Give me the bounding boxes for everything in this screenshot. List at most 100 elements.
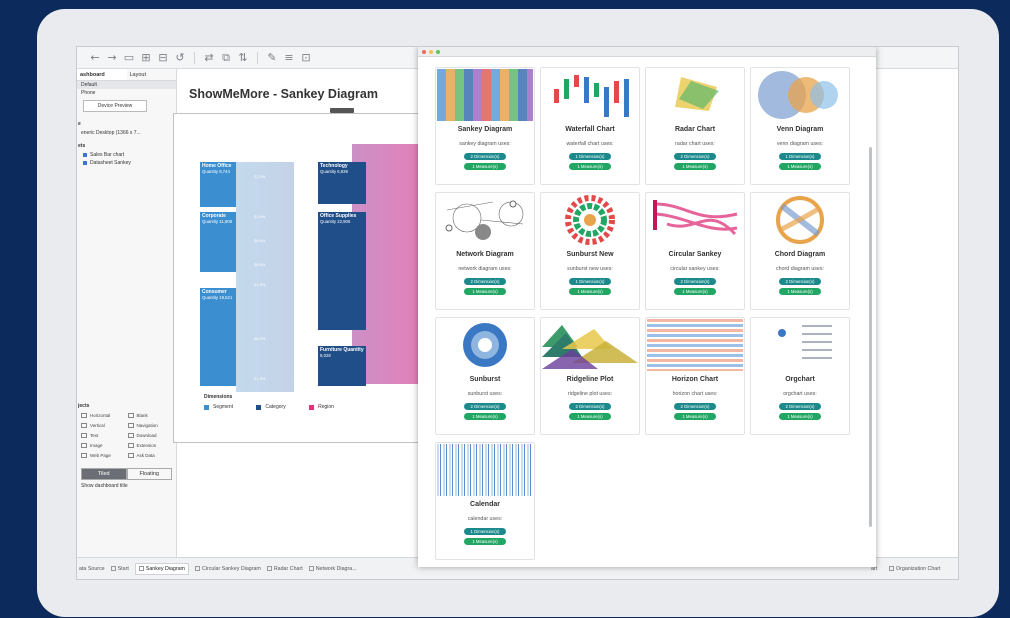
legend-swatch	[256, 404, 262, 410]
flow-pct: 38.5%	[254, 262, 266, 267]
orgchart-thumbnail	[752, 319, 848, 371]
label-icon[interactable]: ≡	[283, 51, 295, 64]
sankey-dashboard[interactable]: Home Office Quantity 8,744 Corporate Quant…	[173, 113, 433, 443]
swap-icon[interactable]: ⇄	[203, 51, 215, 64]
forward-arrow-icon[interactable]: →	[106, 51, 118, 64]
calendar-thumbnail	[437, 444, 533, 496]
back-arrow-icon[interactable]: ←	[89, 51, 101, 64]
chart-card-calendar[interactable]: Calendar calendar uses: 1 Dimension(s) 1…	[435, 442, 535, 560]
device-preview-button[interactable]: Device Preview	[83, 100, 147, 112]
object-label: Extension	[136, 443, 157, 448]
chart-card-sankey[interactable]: Sankey Diagram sankey diagram uses: 2 Di…	[435, 67, 535, 185]
chart-card-network[interactable]: Network Diagram network diagram uses: 2 …	[435, 192, 535, 310]
object-web-page[interactable]: Web Page	[81, 453, 126, 458]
object-label: Vertical	[90, 423, 105, 428]
text-icon	[81, 433, 87, 438]
tab-radar-chart[interactable]: Radar Chart	[266, 566, 303, 572]
maximize-window-icon[interactable]	[436, 49, 440, 54]
chart-card-ridgeline[interactable]: Ridgeline Plot ridgeline plot uses: 2 Di…	[540, 317, 640, 435]
sheet-item[interactable]: Datasheet Sankey	[77, 159, 176, 167]
card-title: Sankey Diagram	[457, 126, 513, 133]
measure-badge: 1 Measure(s)	[674, 413, 716, 420]
tiled-toggle[interactable]: Tiled	[81, 468, 127, 480]
object-blank[interactable]: Blank	[127, 413, 173, 418]
legend-item[interactable]: Region	[309, 404, 334, 410]
chart-card-sunburst[interactable]: Sunburst sunburst uses: 2 Dimension(s) 1…	[435, 317, 535, 435]
chart-card-venn[interactable]: Venn Diagram venn diagram uses: 1 Dimens…	[750, 67, 850, 185]
tab-network-diagram[interactable]: Network Diagra...	[308, 566, 357, 572]
node-home-office[interactable]: Home Office Quantity 8,744	[200, 162, 236, 207]
save-icon[interactable]: ▭	[123, 51, 135, 64]
node-office-supplies[interactable]: Office Supplies Quantity 22,906	[318, 212, 366, 330]
size-dropdown[interactable]: eneric Desktop (1366 x 7...	[77, 129, 176, 137]
close-window-icon[interactable]	[422, 49, 426, 54]
tab-circular-sankey[interactable]: Circular Sankey Diagram	[194, 566, 261, 572]
dimension-badge: 2 Dimension(s)	[569, 403, 611, 410]
horizontal-icon	[81, 413, 87, 418]
duplicate-icon[interactable]: ⧉	[220, 51, 232, 65]
tab-dashboard[interactable]: ashboard	[77, 69, 127, 80]
flow-pct: 38.4%	[254, 238, 266, 243]
chart-card-chord[interactable]: Chord Diagram chord diagram uses: 2 Dime…	[750, 192, 850, 310]
undo-icon[interactable]: ↺	[174, 51, 186, 64]
sheet-label: Datasheet Sankey	[90, 160, 131, 166]
minimize-window-icon[interactable]	[429, 49, 433, 54]
chart-card-circular-sankey[interactable]: Circular Sankey circular sankey uses: 2 …	[645, 192, 745, 310]
object-image[interactable]: Image	[81, 443, 126, 448]
highlight-icon[interactable]: ✎	[266, 51, 278, 64]
legend-item[interactable]: Segment	[204, 404, 233, 410]
card-uses: horizon chart uses:	[672, 391, 718, 397]
tab-layout[interactable]: Layout	[127, 69, 177, 80]
device-default[interactable]: Default	[77, 81, 176, 89]
show-title-checkbox[interactable]: Show dashboard title	[77, 482, 176, 490]
object-horizontal[interactable]: Horizontal	[81, 413, 126, 418]
chart-card-horizon[interactable]: Horizon Chart horizon chart uses: 2 Dime…	[645, 317, 745, 435]
add-datasource-icon[interactable]: ⊞	[140, 51, 152, 64]
measure-badge: 1 Measure(s)	[464, 413, 506, 420]
measure-badge: 1 Measure(s)	[779, 413, 821, 420]
object-vertical[interactable]: Vertical	[81, 423, 126, 428]
sheet-item[interactable]: Sales Bar chart	[77, 151, 176, 159]
object-label: Text	[90, 433, 99, 438]
chart-card-waterfall[interactable]: Waterfall Chart waterfall chart uses: 1 …	[540, 67, 640, 185]
tab-organization-chart[interactable]: Organization Chart	[889, 566, 940, 572]
new-sheet-icon[interactable]: ⊟	[157, 51, 169, 64]
chart-card-orgchart[interactable]: Orgchart orgchart uses: 2 Dimension(s) 1…	[750, 317, 850, 435]
dimension-badge: 2 Dimension(s)	[674, 278, 716, 285]
card-uses: sunburst new uses:	[567, 266, 613, 272]
legend-item[interactable]: Category	[256, 404, 286, 410]
object-extension[interactable]: Extension	[127, 443, 173, 448]
sheet-icon	[110, 566, 116, 571]
device-phone[interactable]: Phone	[77, 89, 176, 97]
card-title: Ridgeline Plot	[566, 376, 614, 383]
node-furniture[interactable]: Furniture Quantity 8,028	[318, 346, 366, 386]
card-uses: circular sankey uses:	[670, 266, 720, 272]
chart-card-sunburst-new[interactable]: Sunburst New sunburst new uses: 1 Dimens…	[540, 192, 640, 310]
fit-icon[interactable]: ⊡	[300, 51, 312, 64]
node-consumer[interactable]: Consumer Quantity 19,521	[200, 288, 236, 386]
tab-start[interactable]: Start	[110, 566, 129, 572]
node-technology[interactable]: Technology Quantity 6,939	[318, 162, 366, 204]
object-text[interactable]: Text	[81, 433, 126, 438]
sort-icon[interactable]: ⇅	[237, 51, 249, 64]
pane-spacer	[77, 167, 176, 397]
legend-label: Region	[318, 404, 334, 410]
measure-badge: 1 Measure(s)	[569, 413, 611, 420]
object-download[interactable]: Download	[127, 433, 173, 438]
tab-sankey-diagram[interactable]: Sankey Diagram	[134, 562, 189, 575]
objects-header: jects	[78, 403, 90, 409]
tab-data-source[interactable]: ata Source	[79, 566, 105, 572]
dialog-scrollbar[interactable]	[869, 147, 872, 527]
object-navigation[interactable]: Navigation	[127, 423, 173, 428]
dialog-titlebar	[418, 47, 876, 57]
node-corporate[interactable]: Corporate Quantity 11,608	[200, 212, 236, 272]
chart-card-radar[interactable]: Radar Chart radar chart uses: 2 Dimensio…	[645, 67, 745, 185]
object-label: Navigation	[136, 423, 158, 428]
web-page-icon	[81, 453, 87, 458]
dimension-badge: 1 Dimension(s)	[569, 153, 611, 160]
object-ask-data[interactable]: Ask Data	[127, 453, 173, 458]
floating-toggle[interactable]: Floating	[126, 468, 172, 480]
card-uses: network diagram uses:	[458, 266, 512, 272]
sheet-icon	[83, 153, 87, 157]
horizon-thumbnail	[647, 319, 743, 371]
